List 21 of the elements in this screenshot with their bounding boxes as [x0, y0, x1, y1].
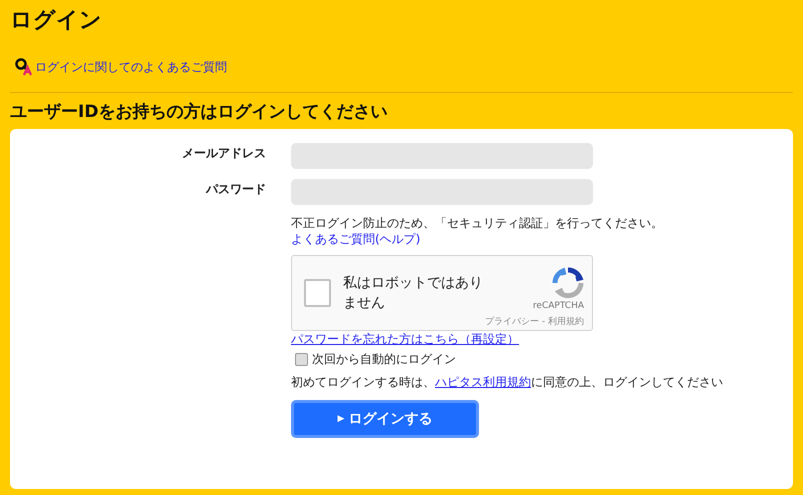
qa-icon — [15, 58, 33, 76]
captcha-label: 私はロボットではありません — [342, 274, 484, 313]
input-field[interactable] — [291, 179, 593, 205]
terms-sentence: 初めてログインする時は、ハピタス利用規約に同意の上、ログインしてください — [291, 374, 723, 390]
help-link[interactable]: よくあるご質問(ヘルプ) — [291, 231, 420, 247]
input-field[interactable] — [291, 143, 593, 169]
faq-link[interactable]: ログインに関してのよくあるご質問 — [35, 58, 227, 76]
section-heading: ユーザーIDをお持ちの方はログインしてください — [10, 101, 388, 123]
refresh-arrows-icon — [552, 266, 584, 298]
field-label: パスワード — [204, 181, 266, 198]
terms-link[interactable]: ハピタス利用規約 — [435, 375, 531, 389]
captcha-checkbox[interactable] — [304, 279, 331, 307]
field-label: メールアドレス — [181, 145, 266, 162]
forgot-password-link[interactable]: パスワードを忘れた方はこちら（再設定） — [291, 331, 519, 347]
login-button[interactable]: ▶ ログインする — [291, 400, 479, 438]
auto-login-checkbox[interactable] — [295, 353, 308, 366]
captcha-footer: プライバシー - 利用規約 — [485, 314, 584, 328]
security-note: 不正ログイン防止のため、「セキュリティ認証」を行ってください。 — [291, 215, 663, 231]
captcha-brand: reCAPTCHA — [532, 300, 584, 310]
auto-login-label: 次回から自動的にログイン — [312, 351, 456, 368]
page-title: ログイン — [10, 7, 103, 35]
